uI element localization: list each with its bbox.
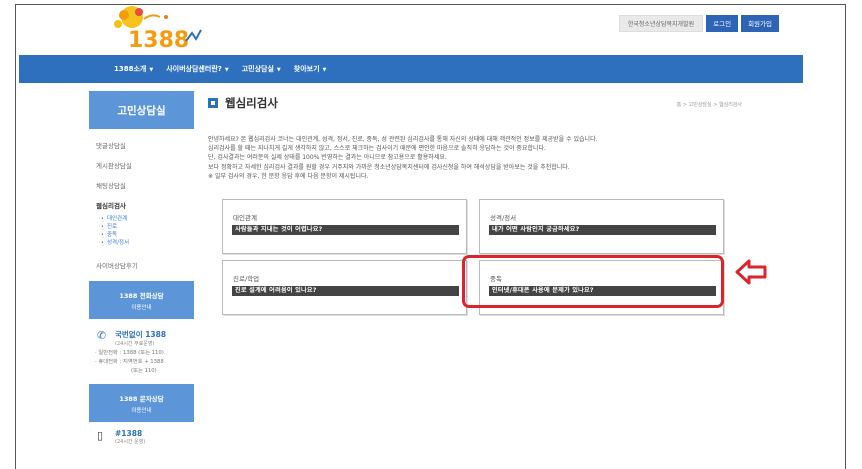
arrow-left-icon — [735, 259, 767, 285]
card-question[interactable]: 사람들과 지내는 것이 어렵나요? — [232, 225, 459, 235]
page-title: 웹심리검사 — [225, 96, 278, 110]
site-logo[interactable]: 1388 — [104, 5, 224, 53]
phone-icon: ✆ — [97, 329, 107, 342]
sidebar-sublist: 대인관계 진로 중독 성격/정서 — [89, 215, 194, 251]
phone-info-box[interactable]: 1388 전화상담 이용안내 — [89, 281, 194, 319]
intro-line: 심리검사를 할 때는 지나치게 길게 생각하지 않고, 스스로 체크하는 검사이… — [208, 145, 546, 153]
phone-row: ✆ 국번없이 1388 (24시간 무료운영) — [89, 319, 194, 349]
sidebar-item-chat[interactable]: 채팅상담실 — [89, 175, 194, 195]
sidebar-title: 고민상담실 — [89, 91, 194, 129]
phone-detail: · 일반전화 : 1388 (또는 110) · 휴대전화 : 지역번호 + 1… — [89, 349, 194, 376]
sidebar-subitem-addiction[interactable]: 중독 — [101, 231, 194, 239]
sidebar-item-reviews[interactable]: 사이버상담후기 — [89, 251, 194, 281]
browser-frame: 1388 한국청소년상담복지개발원 로그인 회원가입 1388소개 ▼ 사이버상담… — [15, 4, 846, 469]
sidebar-subitem-personality[interactable]: 성격/정서 — [101, 239, 194, 247]
phone-general: · 일반전화 : 1388 (또는 110) — [95, 350, 164, 356]
main-nav: 1388소개 ▼ 사이버상담센터란? ▼ 고민상담실 ▼ 찾아보기 ▼ — [19, 55, 803, 83]
phone-hours: (24시간 무료운영) — [115, 341, 155, 347]
main-content: 웹심리검사 홈 > 고민상담실 > 웹심리검사 안녕하세요? 본 웹심리검사 코… — [208, 95, 768, 315]
org-link[interactable]: 한국청소년상담복지개발원 — [618, 15, 704, 32]
sidebar: 고민상담실 댓글상담실 게시판상담실 채팅상담실 웹심리검사 대인관계 진로 중… — [89, 91, 194, 469]
mobile-phone-icon: ▯ — [97, 429, 104, 442]
phone-info-sub: 이용안내 — [131, 304, 152, 311]
login-button[interactable]: 로그인 — [706, 15, 739, 32]
intro-line: ※ 일부 검사의 경우, 한 문항 응답 후에 다음 문항이 제시됩니다. — [208, 172, 369, 180]
svg-text:1388: 1388 — [128, 28, 189, 53]
test-card-relation[interactable]: 대인관계 사람들과 지내는 것이 어렵나요? — [222, 199, 467, 254]
sms-number: #1388 — [115, 429, 143, 438]
intro-line: 단, 검사결과는 여러분의 실제 상태를 100% 반영하는 결과는 아니므로 … — [208, 154, 447, 162]
phone-mobile: · 휴대전화 : 지역번호 + 1388 — [95, 359, 164, 365]
sms-row: ▯ #1388 (24시간 운영) — [89, 422, 194, 446]
nav-item-search[interactable]: 찾아보기 ▼ — [294, 64, 327, 74]
phone-mobile-alt: (또는 110) — [131, 368, 157, 374]
sidebar-item-webtest[interactable]: 웹심리검사 — [89, 195, 194, 215]
card-category: 진로/학업 — [233, 275, 260, 283]
sms-info-box[interactable]: 1388 문자상담 이용안내 — [89, 384, 194, 422]
card-question[interactable]: 내가 어떤 사람인지 궁금하세요? — [489, 225, 716, 235]
chevron-down-icon: ▼ — [149, 67, 154, 73]
sms-hours: (24시간 운영) — [115, 439, 146, 445]
breadcrumb: 홈 > 고민상담실 > 웹심리검사 — [676, 102, 742, 108]
chevron-down-icon: ▼ — [276, 67, 281, 73]
sms-info-title: 1388 문자상담 — [119, 394, 164, 403]
card-question[interactable]: 진로 설계에 어려움이 있나요? — [232, 286, 459, 296]
signup-button[interactable]: 회원가입 — [741, 15, 779, 32]
sidebar-item-board[interactable]: 게시판상담실 — [89, 155, 194, 175]
chevron-down-icon: ▼ — [322, 67, 327, 73]
title-square-icon — [208, 98, 218, 108]
intro-line: 보다 정확하고 자세한 심리검사 결과를 원할 경우 거주지와 가까운 청소년상… — [208, 163, 570, 171]
card-category: 성격/정서 — [490, 214, 517, 222]
intro-text: 안녕하세요? 본 웹심리검사 코너는 대인관계, 성격, 정서, 진로, 중독,… — [208, 135, 768, 181]
sidebar-subitem-relation[interactable]: 대인관계 — [101, 215, 194, 223]
nav-item-center[interactable]: 사이버상담센터란? ▼ — [166, 64, 228, 74]
top-links: 한국청소년상담복지개발원 로그인 회원가입 — [618, 15, 779, 32]
card-category: 대인관계 — [233, 214, 257, 222]
phone-number: 국번없이 1388 — [115, 330, 167, 339]
phone-info-title: 1388 전화상담 — [119, 291, 164, 300]
test-card-personality[interactable]: 성격/정서 내가 어떤 사람인지 궁금하세요? — [479, 199, 724, 254]
nav-item-counseling[interactable]: 고민상담실 ▼ — [242, 64, 281, 74]
test-card-career[interactable]: 진로/학업 진로 설계에 어려움이 있나요? — [222, 260, 467, 315]
sidebar-subitem-career[interactable]: 진로 — [101, 223, 194, 231]
sidebar-item-comment[interactable]: 댓글상담실 — [89, 135, 194, 155]
sms-info-sub: 이용안내 — [131, 407, 152, 414]
intro-line: 안녕하세요? 본 웹심리검사 코너는 대인관계, 성격, 정서, 진로, 중독,… — [208, 136, 598, 143]
nav-item-about[interactable]: 1388소개 ▼ — [114, 64, 153, 74]
chevron-down-icon: ▼ — [224, 67, 229, 73]
highlight-box — [462, 255, 724, 308]
